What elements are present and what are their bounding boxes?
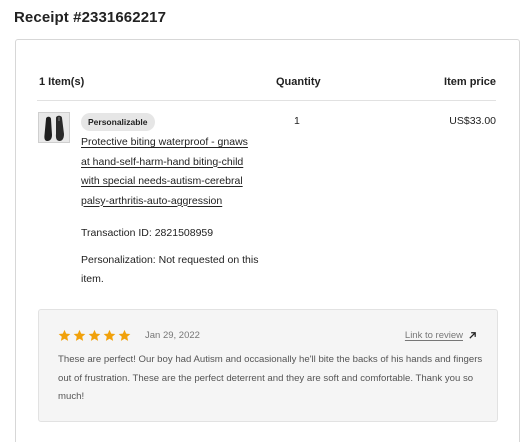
items-column-header: 1 Item(s)	[39, 76, 85, 88]
transaction-id: Transaction ID: 2821508959	[81, 227, 214, 239]
personalizable-badge: Personalizable	[81, 113, 155, 131]
review-date: Jan 29, 2022	[145, 330, 200, 341]
arrow-up-right-icon	[469, 332, 476, 339]
review-box: Jan 29, 2022 Link to review These are pe…	[38, 309, 498, 422]
personalization-note: Personalization: Not requested on this i…	[81, 254, 259, 285]
quantity-value: 1	[294, 115, 300, 127]
review-text: These are perfect! Our boy had Autism an…	[58, 354, 483, 402]
header-divider	[37, 100, 496, 101]
star-icon	[58, 329, 71, 341]
star-icon	[73, 329, 86, 341]
star-icon	[118, 329, 131, 341]
receipt-title: Receipt #2331662217	[14, 9, 167, 26]
item-price-value: US$33.00	[449, 115, 496, 127]
link-to-review-label: Link to review	[404, 330, 463, 341]
star-icon	[103, 329, 116, 341]
star-rating	[58, 329, 131, 342]
receipt-card: 1 Item(s) Quantity Item price Personaliz…	[15, 39, 520, 442]
product-thumbnail[interactable]	[38, 112, 70, 143]
star-icon	[88, 329, 101, 341]
link-to-review[interactable]: Link to review	[405, 330, 477, 341]
product-image	[39, 113, 69, 142]
product-title-link[interactable]: Protective biting waterproof - gnaws at …	[81, 133, 256, 211]
price-column-header: Item price	[444, 76, 496, 88]
quantity-column-header: Quantity	[276, 76, 321, 88]
